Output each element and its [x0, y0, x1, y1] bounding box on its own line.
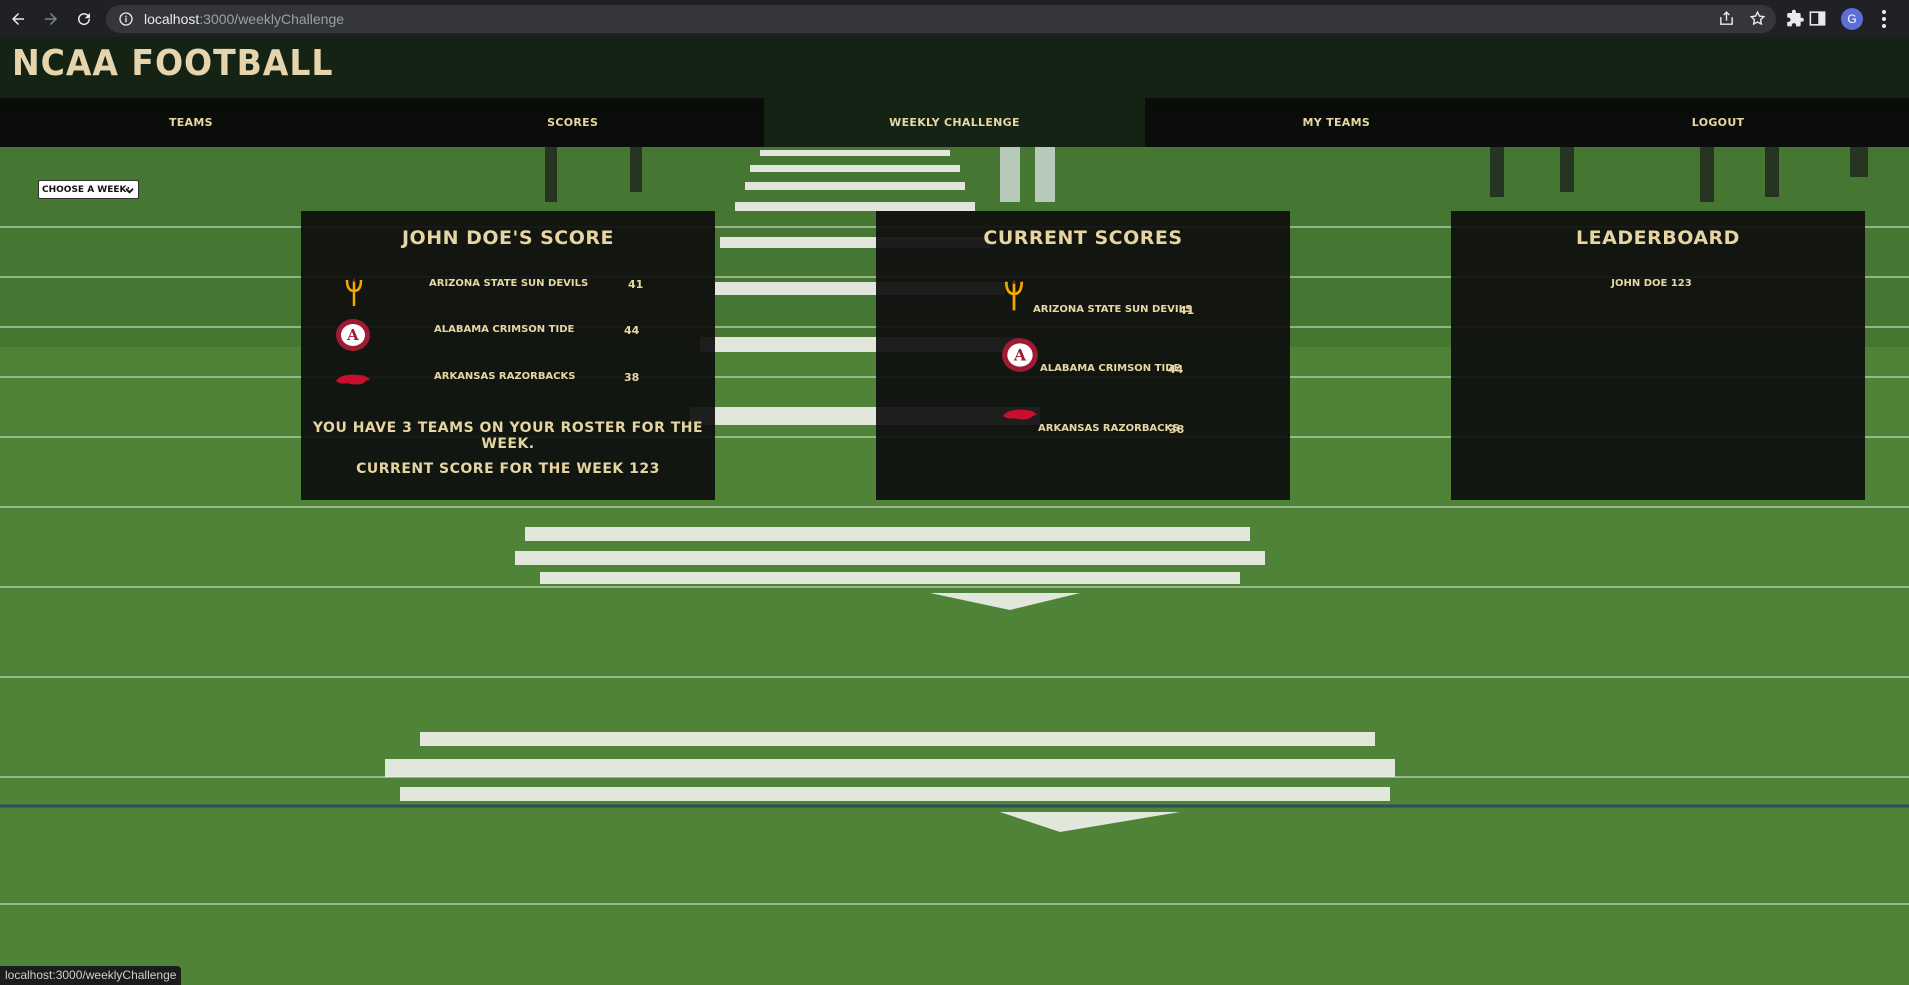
- browser-toolbar: localhost:3000/weeklyChallenge G: [0, 0, 1909, 37]
- user-row-team: ARIZONA STATE SUN DEVILS: [429, 278, 589, 289]
- current-row-team: ARKANSAS RAZORBACKS: [1038, 423, 1180, 434]
- football-field-background: [0, 147, 1909, 985]
- pitchfork-icon: [1004, 279, 1024, 311]
- current-scores-title: CURRENT SCORES: [983, 227, 1183, 249]
- user-row-team: ALABAMA CRIMSON TIDE: [434, 324, 575, 335]
- user-row-score: 38: [624, 371, 640, 384]
- forward-icon[interactable]: [36, 4, 66, 34]
- url-host: localhost: [144, 11, 200, 27]
- razorback-logo: [336, 374, 370, 385]
- leaderboard-title: LEADERBOARD: [1576, 227, 1740, 249]
- nav-teams[interactable]: TEAMS: [0, 98, 382, 147]
- page-content: NCAA FOOTBALL TEAMS SCORES WEEKLY CHALLE…: [0, 37, 1909, 985]
- razorback-logo: [1003, 409, 1037, 420]
- site-info-icon[interactable]: [118, 11, 134, 27]
- leaderboard-entry: JOHN DOE 123: [1611, 278, 1692, 289]
- share-icon[interactable]: [1718, 10, 1735, 27]
- alabama-logo: A: [336, 319, 370, 351]
- user-score-panel: JOHN DOE'S SCORE ARIZONA STATE SUN DEVIL…: [301, 211, 715, 500]
- current-row-score: 41: [1179, 304, 1195, 317]
- svg-text:A: A: [346, 326, 359, 344]
- user-row-score: 41: [628, 278, 644, 291]
- current-row-team: ALABAMA CRIMSON TIDE: [1040, 363, 1181, 374]
- current-scores-panel: CURRENT SCORES ARIZONA STATE SUN DEVILS …: [876, 211, 1290, 500]
- site-header: NCAA FOOTBALL: [0, 37, 1909, 98]
- week-select-value: CHOOSE A WEEK:: [42, 184, 131, 195]
- user-row-team: ARKANSAS RAZORBACKS: [434, 371, 576, 382]
- user-row-score: 44: [624, 324, 640, 337]
- site-title[interactable]: NCAA FOOTBALL: [12, 43, 333, 84]
- nav-weekly-challenge[interactable]: WEEKLY CHALLENGE: [763, 98, 1146, 147]
- current-row-team: ARIZONA STATE SUN DEVILS: [1033, 304, 1193, 315]
- nav-scores[interactable]: SCORES: [382, 98, 764, 147]
- menu-kebab-icon[interactable]: [1880, 9, 1888, 29]
- roster-summary: YOU HAVE 3 TEAMS ON YOUR ROSTER FOR THE …: [312, 420, 704, 452]
- user-score-title: JOHN DOE'S SCORE: [401, 227, 615, 249]
- nav-my-teams[interactable]: MY TEAMS: [1145, 98, 1527, 147]
- bookmark-star-icon[interactable]: [1749, 10, 1766, 27]
- week-score-summary: CURRENT SCORE FOR THE WEEK 123: [356, 461, 660, 477]
- back-icon[interactable]: [3, 4, 33, 34]
- current-row-score: 38: [1169, 423, 1185, 436]
- profile-avatar[interactable]: G: [1841, 8, 1863, 30]
- leaderboard-panel: LEADERBOARD JOHN DOE 123: [1451, 211, 1865, 500]
- extensions-icon[interactable]: [1786, 9, 1805, 28]
- pitchfork-icon: [345, 278, 363, 306]
- nav-logout[interactable]: LOGOUT: [1527, 98, 1909, 147]
- current-row-score: 44: [1168, 363, 1184, 376]
- week-select[interactable]: CHOOSE A WEEK:: [38, 180, 139, 199]
- address-bar[interactable]: localhost:3000/weeklyChallenge: [106, 5, 1776, 33]
- alabama-logo: A: [1002, 338, 1038, 372]
- reload-icon[interactable]: [69, 4, 99, 34]
- svg-text:A: A: [1013, 345, 1027, 364]
- status-link-preview: localhost:3000/weeklyChallenge: [0, 966, 182, 985]
- chevron-down-icon: [125, 188, 134, 194]
- url-path: :3000/weeklyChallenge: [199, 11, 345, 27]
- main-nav: TEAMS SCORES WEEKLY CHALLENGE MY TEAMS L…: [0, 98, 1909, 147]
- side-panel-icon[interactable]: [1808, 9, 1827, 28]
